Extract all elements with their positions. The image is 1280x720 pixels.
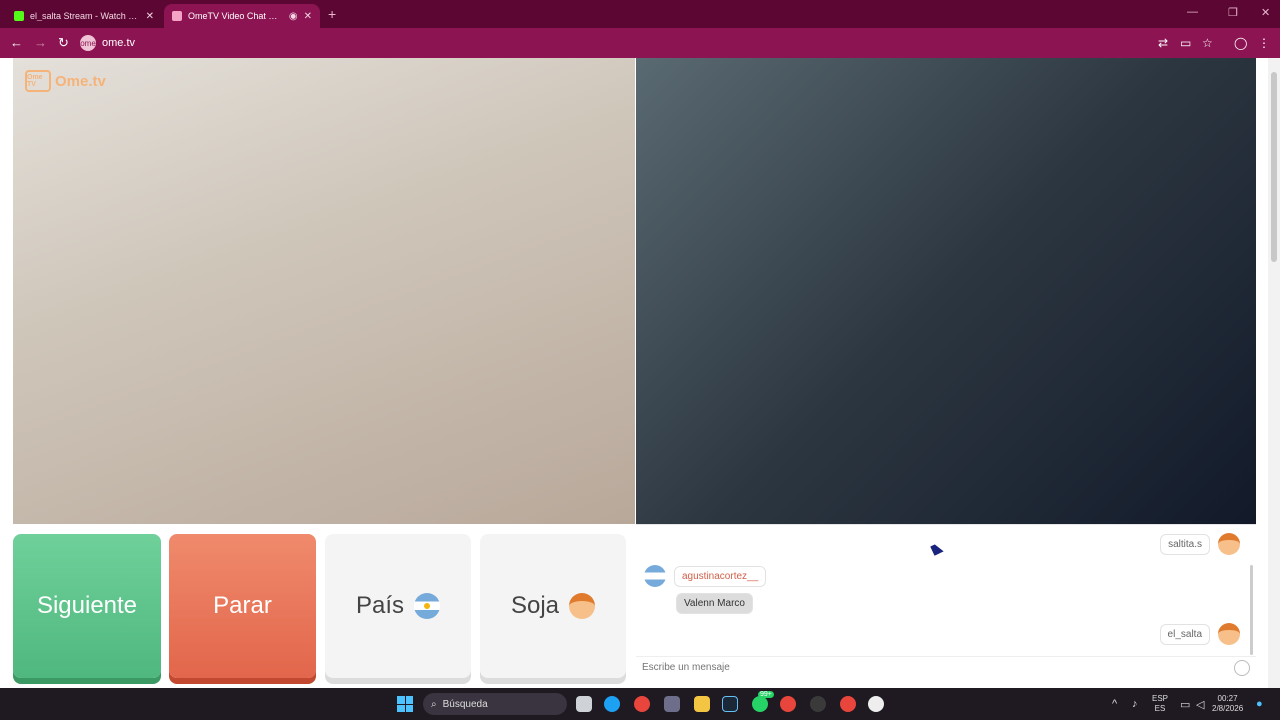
taskbar-search[interactable]: ⌕ Búsqueda bbox=[423, 693, 567, 715]
page-scrollbar[interactable] bbox=[1268, 58, 1280, 688]
argentina-flag-icon bbox=[414, 593, 441, 619]
url-text[interactable]: ome.tv bbox=[102, 37, 135, 49]
cast-icon[interactable]: ▭ bbox=[1180, 36, 1191, 50]
ometv-logo: Ome TV Ome.tv bbox=[25, 70, 106, 92]
task-view-icon[interactable] bbox=[576, 696, 592, 712]
chat-message: saltita.s bbox=[1160, 533, 1240, 555]
emoji-icon[interactable] bbox=[1234, 659, 1250, 676]
chat-bubble: agustinacortez__ bbox=[674, 565, 767, 587]
chat-bubble: saltita.s bbox=[1160, 533, 1210, 555]
close-tab-icon[interactable]: ✕ bbox=[146, 11, 154, 22]
ometv-page: Ome TV Ome.tv Siguiente Parar País Soja … bbox=[0, 58, 1280, 688]
gender-button-label: Soja bbox=[510, 592, 560, 619]
whatsapp-icon[interactable] bbox=[752, 696, 768, 712]
chat-message: agustinacortez__ bbox=[644, 565, 767, 587]
site-info-icon[interactable]: ome bbox=[80, 35, 96, 51]
search-icon: ⌕ bbox=[431, 698, 437, 710]
brand-name: Ome.tv bbox=[55, 72, 106, 90]
minimize-icon[interactable]: — bbox=[1187, 6, 1198, 18]
chat-scrollbar[interactable] bbox=[1250, 565, 1253, 655]
network-icon[interactable]: ▭ bbox=[1180, 698, 1190, 711]
edge-icon[interactable] bbox=[604, 696, 620, 712]
tab-ometv[interactable]: OmeTV Video Chat — Alte ◉ ✕ bbox=[164, 4, 320, 28]
chat-input[interactable] bbox=[642, 662, 1234, 673]
translate-icon[interactable]: ⇄ bbox=[1158, 36, 1168, 50]
language-indicator[interactable]: ESP ES bbox=[1152, 694, 1168, 714]
next-button[interactable]: Siguiente bbox=[13, 534, 161, 678]
media-player-icon[interactable] bbox=[868, 696, 884, 712]
chrome-profile-icon[interactable] bbox=[840, 696, 856, 712]
new-tab-icon[interactable]: + bbox=[328, 6, 336, 22]
boy-avatar-icon bbox=[569, 593, 596, 619]
next-button-label: Siguiente bbox=[36, 592, 138, 619]
tab-el-salta-stream[interactable]: el_salta Stream - Watch Live on ✕ bbox=[6, 4, 162, 28]
address-bar[interactable]: ome ome.tv bbox=[80, 32, 1140, 54]
notification-center-icon[interactable]: ● bbox=[1256, 698, 1263, 710]
gender-filter-button[interactable]: Soja bbox=[480, 534, 626, 678]
chat-input-row bbox=[636, 656, 1256, 678]
notification-badge: 99+ bbox=[758, 691, 774, 698]
obs-icon[interactable] bbox=[810, 696, 826, 712]
ometv-tv-icon: Ome TV bbox=[25, 70, 51, 92]
search-label: Búsqueda bbox=[442, 698, 488, 710]
mic-icon[interactable]: ♪ bbox=[1132, 698, 1138, 710]
close-window-icon[interactable]: ✕ bbox=[1261, 6, 1270, 19]
scrollbar-thumb[interactable] bbox=[1271, 72, 1277, 262]
chat-message: el_salta bbox=[1159, 623, 1240, 645]
boy-avatar-icon bbox=[1218, 623, 1240, 645]
argentina-flag-icon bbox=[644, 565, 666, 587]
show-hidden-icons-icon[interactable]: ^ bbox=[1112, 698, 1117, 710]
ometv-favicon-icon bbox=[172, 11, 182, 21]
audio-playing-icon[interactable]: ◉ bbox=[289, 11, 298, 22]
back-icon[interactable]: ← bbox=[10, 35, 23, 51]
country-filter-button[interactable]: País bbox=[325, 534, 471, 678]
reload-icon[interactable]: ↻ bbox=[58, 35, 69, 51]
store-icon[interactable] bbox=[664, 696, 680, 712]
stop-button-label: Parar bbox=[213, 592, 272, 619]
chrome-profile-icon[interactable] bbox=[780, 696, 796, 712]
stranger-video: Ome TV Ome.tv bbox=[13, 58, 635, 524]
chat-bubble: el_salta bbox=[1159, 623, 1210, 645]
clock[interactable]: 00:27 2/8/2026 bbox=[1212, 694, 1243, 714]
language-sub-label: ES bbox=[1154, 704, 1166, 713]
tab-title: OmeTV Video Chat — Alte bbox=[188, 11, 283, 21]
bookmark-star-icon[interactable]: ☆ bbox=[1202, 36, 1213, 50]
clock-date: 2/8/2026 bbox=[1212, 704, 1244, 713]
menu-icon[interactable]: ⋮ bbox=[1258, 36, 1270, 50]
steam-icon[interactable] bbox=[722, 696, 738, 712]
chrome-icon[interactable] bbox=[634, 696, 650, 712]
chat-panel: saltita.s agustinacortez__ Valenn Marco … bbox=[636, 524, 1256, 684]
country-button-label: País bbox=[355, 592, 405, 619]
boy-avatar-icon bbox=[1218, 533, 1240, 555]
chat-message: Valenn Marco bbox=[676, 593, 753, 614]
clock-time: 00:27 bbox=[1217, 694, 1238, 703]
browser-tab-bar: el_salta Stream - Watch Live on ✕ OmeTV … bbox=[0, 0, 1280, 28]
profile-icon[interactable]: ◯ bbox=[1234, 36, 1247, 50]
restore-icon[interactable]: ❐ bbox=[1228, 6, 1238, 19]
self-video bbox=[636, 58, 1256, 524]
language-label: ESP bbox=[1152, 694, 1169, 703]
volume-icon[interactable]: ◁ bbox=[1196, 698, 1204, 711]
chat-bubble: Valenn Marco bbox=[676, 593, 753, 614]
close-tab-icon[interactable]: ✕ bbox=[304, 11, 312, 22]
browser-toolbar: ← → ↻ ome ome.tv ⇄ ▭ ☆ ◯ ⋮ bbox=[0, 28, 1280, 58]
kick-favicon-icon bbox=[14, 11, 24, 21]
windows-start-icon[interactable] bbox=[397, 696, 413, 712]
file-explorer-icon[interactable] bbox=[694, 696, 710, 712]
tab-title: el_salta Stream - Watch Live on bbox=[30, 11, 140, 21]
stop-button[interactable]: Parar bbox=[169, 534, 316, 678]
forward-icon[interactable]: → bbox=[34, 35, 47, 51]
windows-taskbar: ⌕ Búsqueda 99+ ^ ♪ ESP ES ▭ ◁ 00:27 2/8/… bbox=[0, 688, 1280, 720]
